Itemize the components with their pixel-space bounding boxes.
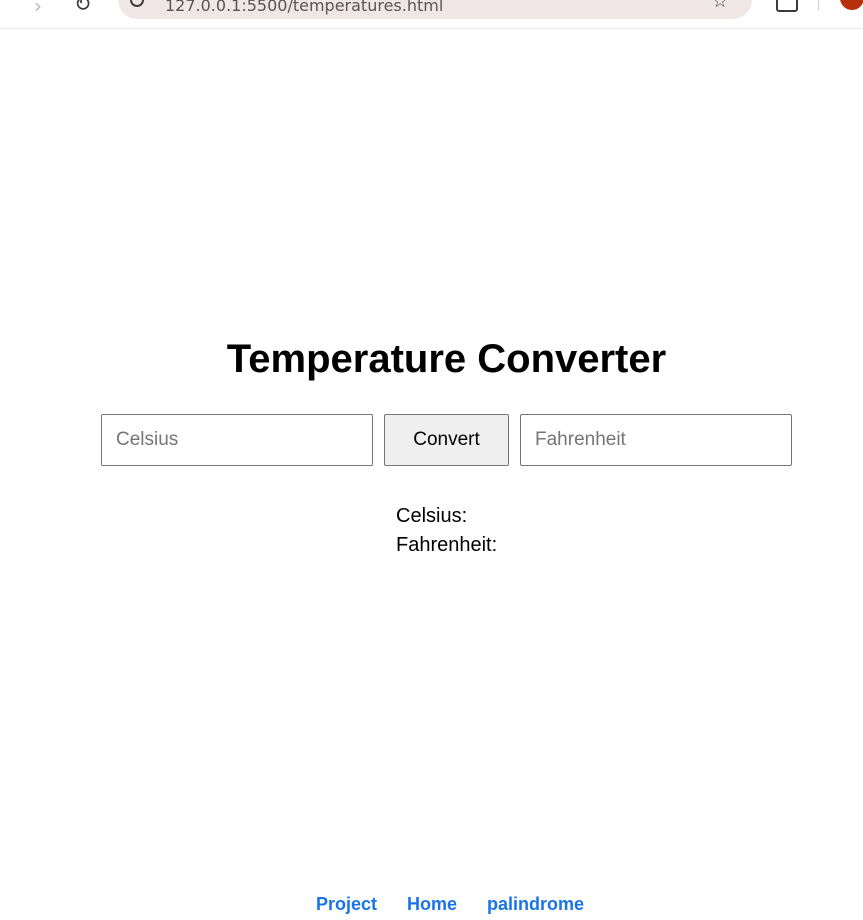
extensions-icon[interactable] — [776, 0, 798, 12]
fahrenheit-result-label: Fahrenheit: — [396, 534, 498, 556]
results-panel: Celsius: Fahrenheit: — [396, 502, 497, 560]
bookmark-star-icon[interactable]: ☆ — [712, 0, 728, 12]
converter-form: Convert — [101, 414, 792, 466]
site-info-icon[interactable] — [130, 0, 144, 7]
url-text[interactable]: 127.0.0.1:5500/temperatures.html — [165, 0, 443, 15]
convert-button[interactable]: Convert — [384, 414, 509, 466]
celsius-result-label: Celsius: — [396, 505, 468, 527]
fahrenheit-input[interactable] — [520, 414, 792, 466]
footer-nav: Project Home palindrome — [316, 893, 584, 915]
footer-link-palindrome[interactable]: palindrome — [487, 893, 584, 915]
profile-avatar[interactable] — [840, 0, 863, 10]
browser-toolbar: › ↻ 127.0.0.1:5500/temperatures.html ☆ — [0, 0, 863, 29]
footer-link-home[interactable]: Home — [407, 893, 457, 915]
page-title: Temperature Converter — [226, 337, 667, 381]
toolbar-divider — [818, 0, 819, 10]
reload-icon[interactable]: ↻ — [74, 0, 92, 16]
footer-link-project[interactable]: Project — [316, 893, 377, 915]
celsius-input[interactable] — [101, 414, 373, 466]
forward-arrow-icon[interactable]: › — [34, 0, 42, 18]
address-bar[interactable]: 127.0.0.1:5500/temperatures.html ☆ — [118, 0, 752, 19]
